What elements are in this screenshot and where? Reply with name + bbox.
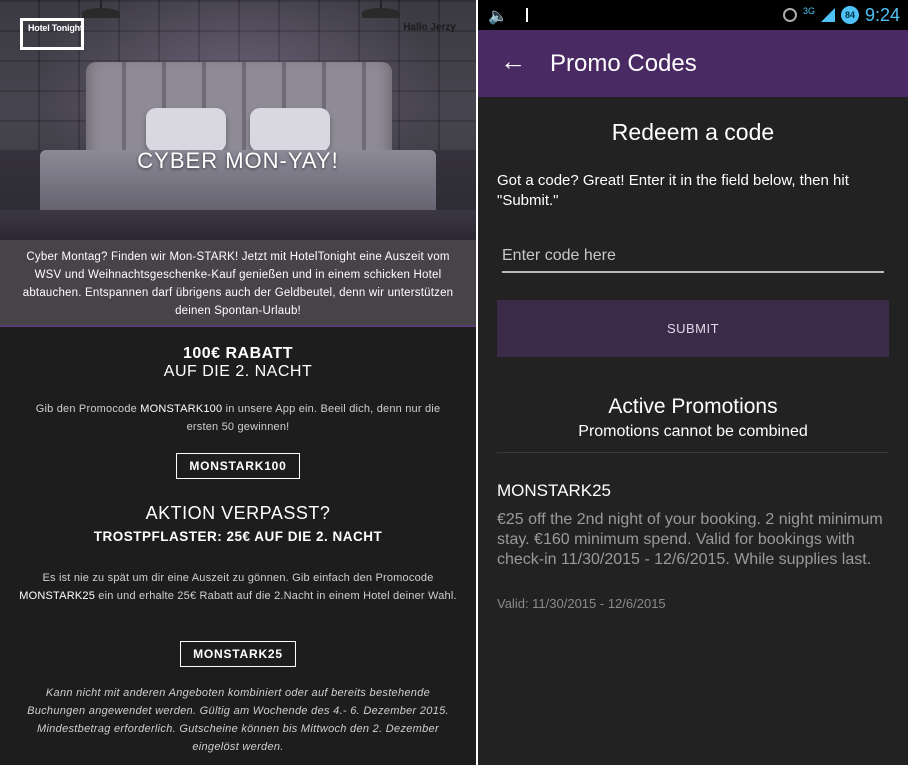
- offer2-code-wrap: MONSTARK25: [0, 641, 476, 667]
- offer2-title: AKTION VERPASST?: [145, 503, 331, 523]
- speaker-icon: 🔈: [488, 8, 508, 25]
- logo-text: Hotel Tonight: [28, 23, 83, 33]
- email-panel: Hotel Tonight Hallo Jerzy CYBER MON-YAY!…: [0, 0, 476, 765]
- notification-icon: [526, 8, 528, 22]
- offer2-heading: AKTION VERPASST? TROSTPFLASTER: 25€ AUF …: [0, 503, 476, 544]
- intro-text: Cyber Montag? Finden wir Mon-STARK! Jetz…: [22, 251, 454, 317]
- promotion-validity: Valid: 11/30/2015 - 12/6/2015: [497, 596, 666, 611]
- status-icons: 3G 84 9:24: [782, 4, 900, 26]
- ceiling-lamp: [82, 0, 120, 18]
- promo-codes-app: 🔈 3G 84 9:24 ← Promo Codes Redeem a code…: [478, 0, 908, 765]
- offer2-text-after: ein und erhalte 25€ Rabatt auf die 2.Nac…: [95, 590, 457, 602]
- hero-title: CYBER MON-YAY!: [137, 148, 339, 173]
- offers-section: 100€ RABATT AUF DIE 2. NACHT Gib den Pro…: [0, 327, 476, 765]
- floor: [0, 210, 476, 240]
- instructions: Got a code? Great! Enter it in the field…: [497, 172, 849, 209]
- status-bar: 🔈 3G 84 9:24: [478, 0, 908, 30]
- offer1-text: Gib den Promocode MONSTARK100 in unsere …: [20, 400, 456, 436]
- back-arrow-icon[interactable]: ←: [500, 46, 526, 77]
- active-promotions-subtitle: Promotions cannot be combined: [578, 423, 808, 440]
- offer1-text-after: in unsere App ein. Beeil dich, denn nur …: [186, 403, 441, 433]
- offer1-text-before: Gib den Promocode: [35, 403, 141, 415]
- promo-code-input[interactable]: Enter code here: [502, 247, 884, 273]
- offer1-subtitle: AUF DIE 2. NACHT: [163, 363, 313, 380]
- offer2-text-before: Es ist nie zu spät um dir eine Auszeit z…: [42, 572, 434, 584]
- pillow: [146, 108, 226, 152]
- intro-section: Cyber Montag? Finden wir Mon-STARK! Jetz…: [0, 240, 476, 325]
- promotion-code: MONSTARK25: [497, 481, 611, 500]
- ceiling-lamp: [362, 0, 400, 18]
- greeting: Hallo Jerzy: [403, 22, 456, 33]
- redeem-title: Redeem a code: [611, 119, 775, 145]
- app-bar: ← Promo Codes: [478, 30, 908, 97]
- pillow: [250, 108, 330, 152]
- offer1-code-inline: MONSTARK100: [140, 403, 223, 415]
- offer2-code-button[interactable]: MONSTARK25: [180, 641, 296, 667]
- signal-icon: [820, 8, 835, 22]
- clock: 9:24: [864, 4, 900, 25]
- hero-banner: Hotel Tonight Hallo Jerzy CYBER MON-YAY!: [0, 0, 476, 240]
- offer2-text: Es ist nie zu spät um dir eine Auszeit z…: [10, 569, 466, 605]
- offer1-title: 100€ RABATT: [182, 345, 294, 362]
- offer1-heading: 100€ RABATT AUF DIE 2. NACHT: [0, 345, 476, 381]
- hoteltonight-logo[interactable]: Hotel Tonight: [20, 18, 84, 50]
- submit-button[interactable]: SUBMIT: [497, 300, 889, 357]
- offer2-subtitle: TROSTPFLASTER: 25€ AUF DIE 2. NACHT: [93, 529, 383, 544]
- divider: [497, 452, 889, 453]
- battery-icon: 84: [840, 6, 859, 24]
- promotion-description: €25 off the 2nd night of your booking. 2…: [497, 511, 883, 568]
- alarm-icon: [782, 8, 797, 22]
- active-promotions-title: Active Promotions: [608, 395, 778, 418]
- page-title: Promo Codes: [550, 50, 697, 77]
- offer2-code-inline: MONSTARK25: [19, 590, 96, 602]
- offer1-code-button[interactable]: MONSTARK100: [176, 453, 300, 479]
- footnote: Kann nicht mit anderen Angeboten kombini…: [27, 687, 449, 753]
- offer1-code-wrap: MONSTARK100: [0, 453, 476, 479]
- network-type: 3G: [802, 6, 815, 16]
